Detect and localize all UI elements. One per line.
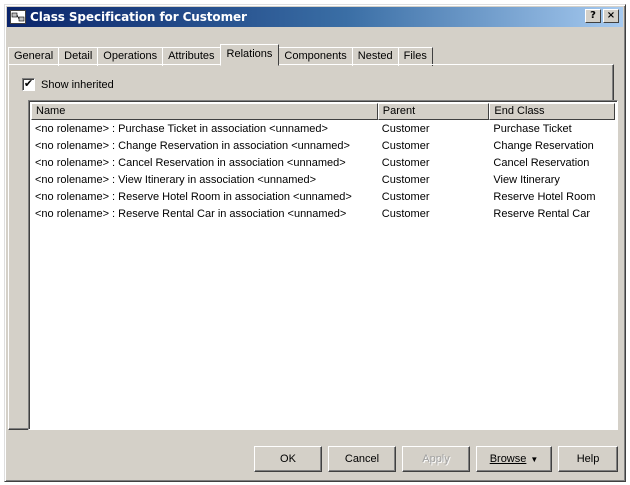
- tab-strip: General Detail Operations Attributes Rel…: [8, 43, 433, 66]
- tab-relations[interactable]: Relations: [219, 44, 280, 66]
- cell-name: <no rolename> : View Itinerary in associ…: [35, 174, 317, 186]
- relations-list[interactable]: Name Parent End Class <no rolename> : Pu…: [28, 100, 618, 430]
- browse-label: Browse: [489, 453, 527, 465]
- cell-name: <no rolename> : Cancel Reservation in as…: [35, 157, 346, 169]
- cell-parent: Customer: [381, 123, 430, 135]
- cell-name: <no rolename> : Reserve Rental Car in as…: [35, 208, 347, 220]
- title-bar[interactable]: Class Specification for Customer ? ×: [7, 7, 623, 27]
- list-rows: <no rolename> : Purchase Ticket in assoc…: [31, 121, 615, 223]
- chevron-down-icon: ▼: [530, 454, 539, 464]
- column-header-name[interactable]: Name: [31, 103, 378, 120]
- list-header: Name Parent End Class: [31, 103, 615, 120]
- cell-end-class: Purchase Ticket: [493, 123, 572, 135]
- cell-name: <no rolename> : Change Reservation in as…: [35, 140, 350, 152]
- browse-button[interactable]: Browse ▼: [476, 446, 552, 472]
- check-mark-icon: ✔: [23, 78, 34, 90]
- ok-button[interactable]: OK: [254, 446, 322, 472]
- cell-end-class: Reserve Hotel Room: [493, 191, 596, 203]
- cell-parent: Customer: [381, 191, 430, 203]
- cell-end-class: Reserve Rental Car: [493, 208, 591, 220]
- cell-parent: Customer: [381, 140, 430, 152]
- cell-end-class: Cancel Reservation: [493, 157, 590, 169]
- cell-parent: Customer: [381, 208, 430, 220]
- cancel-button[interactable]: Cancel: [328, 446, 396, 472]
- cell-name: <no rolename> : Reserve Hotel Room in as…: [35, 191, 352, 203]
- help-title-button[interactable]: ?: [585, 9, 601, 23]
- show-inherited-checkbox[interactable]: ✔ Show inherited: [22, 78, 114, 91]
- dialog-buttons: OK Cancel Apply Browse ▼ Help: [0, 446, 630, 472]
- table-row[interactable]: <no rolename> : Cancel Reservation in as…: [31, 155, 615, 172]
- cell-end-class: View Itinerary: [493, 174, 560, 186]
- table-row[interactable]: <no rolename> : View Itinerary in associ…: [31, 172, 615, 189]
- close-icon[interactable]: ×: [603, 9, 619, 23]
- rose-class-icon: [10, 10, 26, 24]
- cell-end-class: Change Reservation: [493, 140, 594, 152]
- apply-button[interactable]: Apply: [402, 446, 470, 472]
- cell-parent: Customer: [381, 174, 430, 186]
- checkbox-box[interactable]: ✔: [22, 78, 35, 91]
- column-header-parent[interactable]: Parent: [377, 103, 490, 120]
- column-header-end-class[interactable]: End Class: [489, 103, 615, 120]
- window-title: Class Specification for Customer: [30, 10, 247, 24]
- cell-parent: Customer: [381, 157, 430, 169]
- help-button[interactable]: Help: [558, 446, 618, 472]
- table-row[interactable]: <no rolename> : Change Reservation in as…: [31, 138, 615, 155]
- cell-name: <no rolename> : Purchase Ticket in assoc…: [35, 123, 328, 135]
- table-row[interactable]: <no rolename> : Reserve Hotel Room in as…: [31, 189, 615, 206]
- show-inherited-label: Show inherited: [41, 78, 114, 91]
- table-row[interactable]: <no rolename> : Reserve Rental Car in as…: [31, 206, 615, 223]
- table-row[interactable]: <no rolename> : Purchase Ticket in assoc…: [31, 121, 615, 138]
